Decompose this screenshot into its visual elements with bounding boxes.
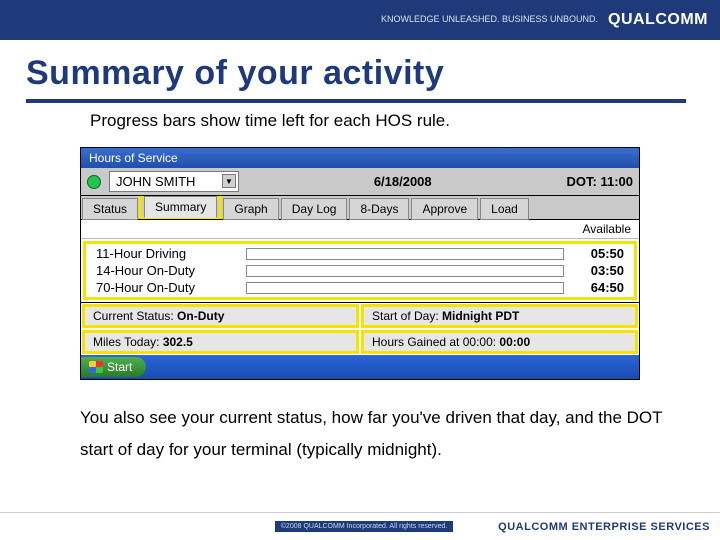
start-label: Start <box>107 360 132 374</box>
highlight-rules: 11-Hour Driving 05:50 14-Hour On-Duty 03… <box>83 241 637 300</box>
copyright: ©2008 QUALCOMM Incorporated. All rights … <box>275 521 454 533</box>
rule-row-14hr: 14-Hour On-Duty 03:50 <box>86 262 634 279</box>
rule-label: 14-Hour On-Duty <box>96 263 236 278</box>
description-paragraph: You also see your current status, how fa… <box>80 402 670 467</box>
page-title: Summary of your activity <box>26 54 686 103</box>
hours-gained-cell: Hours Gained at 00:00: 00:00 <box>361 330 638 354</box>
window-titlebar: Hours of Service <box>81 148 639 168</box>
tab-daylog[interactable]: Day Log <box>281 198 348 220</box>
chevron-down-icon[interactable]: ▼ <box>222 174 236 188</box>
page-subtitle: Progress bars show time left for each HO… <box>90 111 720 131</box>
date-display: 6/18/2008 <box>239 174 566 189</box>
tab-approve[interactable]: Approve <box>411 198 478 220</box>
top-banner: KNOWLEDGE UNLEASHED. BUSINESS UNBOUND. Q… <box>0 0 720 40</box>
brand-logo: QUALCOMM <box>608 11 708 29</box>
start-of-day-cell: Start of Day: Midnight PDT <box>361 304 638 328</box>
rule-row-11hr: 11-Hour Driving 05:50 <box>86 245 634 262</box>
service-brand: QUALCOMM ENTERPRISE SERVICES <box>498 521 710 533</box>
progress-bar <box>246 282 564 294</box>
hos-window: Hours of Service JOHN SMITH ▼ 6/18/2008 … <box>80 147 640 380</box>
tab-graph[interactable]: Graph <box>223 198 278 220</box>
status-led-icon <box>87 175 101 189</box>
start-button[interactable]: Start <box>81 357 146 377</box>
rule-row-70hr: 70-Hour On-Duty 64:50 <box>86 279 634 296</box>
tab-load[interactable]: Load <box>480 198 529 220</box>
highlight-summary-tab: Summary <box>139 196 222 219</box>
driver-select[interactable]: JOHN SMITH ▼ <box>109 171 239 192</box>
banner-tagline: KNOWLEDGE UNLEASHED. BUSINESS UNBOUND. <box>381 15 598 25</box>
tab-8days[interactable]: 8-Days <box>349 198 409 220</box>
rule-label: 11-Hour Driving <box>96 246 236 261</box>
miles-today-cell: Miles Today: 302.5 <box>82 330 359 354</box>
rule-value: 64:50 <box>574 280 624 295</box>
status-grid: Current Status: On-Duty Start of Day: Mi… <box>81 302 639 355</box>
rule-value: 03:50 <box>574 263 624 278</box>
available-header: Available <box>81 220 639 239</box>
footer: ©2008 QUALCOMM Incorporated. All rights … <box>0 512 720 540</box>
driver-row: JOHN SMITH ▼ 6/18/2008 DOT: 11:00 <box>81 168 639 196</box>
tab-bar: Status Summary Graph Day Log 8-Days Appr… <box>81 196 639 220</box>
rules-panel: Available 11-Hour Driving 05:50 14-Hour … <box>81 220 639 355</box>
dot-clock: DOT: 11:00 <box>566 174 633 189</box>
rule-value: 05:50 <box>574 246 624 261</box>
tab-summary[interactable]: Summary <box>144 196 217 218</box>
progress-bar <box>246 248 564 260</box>
windows-flag-icon <box>89 361 103 373</box>
taskbar: Start <box>81 355 639 379</box>
tab-status[interactable]: Status <box>82 198 138 220</box>
rule-label: 70-Hour On-Duty <box>96 280 236 295</box>
current-status-cell: Current Status: On-Duty <box>82 304 359 328</box>
driver-name: JOHN SMITH <box>116 174 195 189</box>
progress-bar <box>246 265 564 277</box>
